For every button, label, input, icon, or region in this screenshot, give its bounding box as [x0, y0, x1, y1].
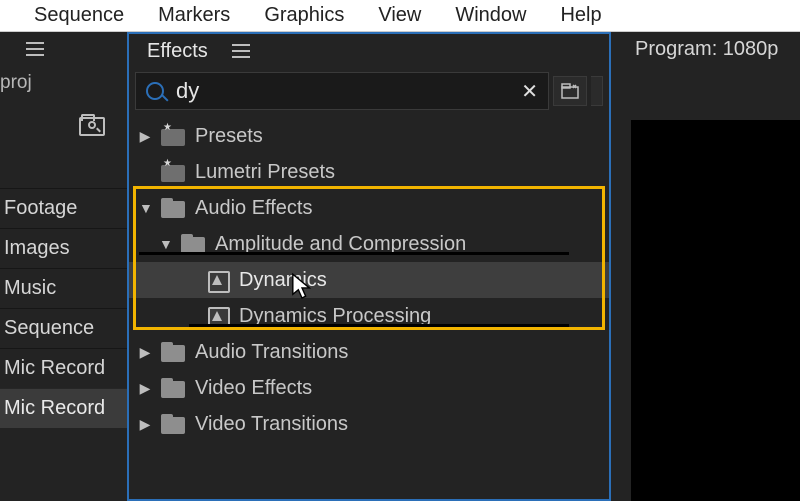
- tree-dynamics[interactable]: Dynamics: [129, 262, 609, 298]
- panel-menu-icon[interactable]: [26, 42, 44, 56]
- chevron-down-icon[interactable]: [139, 200, 151, 216]
- tree-label: Video Effects: [195, 377, 312, 400]
- annotation-underline: [139, 252, 569, 255]
- chevron-right-icon[interactable]: [139, 128, 151, 145]
- tree-label: Dynamics: [239, 269, 327, 292]
- folder-icon: [161, 342, 185, 362]
- folder-icon: [161, 414, 185, 434]
- program-panel: Program: 1080p: [611, 32, 800, 501]
- menu-sequence[interactable]: Sequence: [34, 4, 124, 27]
- tree-audio-transitions[interactable]: Audio Transitions: [129, 334, 609, 370]
- effect-icon: [205, 306, 229, 326]
- bin-item-music[interactable]: Music: [0, 268, 127, 308]
- bin-item-sequence[interactable]: Sequence: [0, 308, 127, 348]
- menu-help[interactable]: Help: [560, 4, 601, 27]
- effects-panel-menu-icon[interactable]: [232, 44, 250, 58]
- menu-view[interactable]: View: [378, 4, 421, 27]
- effects-panel: Effects dy ✕ Presets Lumetri P: [127, 32, 611, 501]
- clear-search-icon[interactable]: ✕: [521, 79, 538, 104]
- bin-item-images[interactable]: Images: [0, 228, 127, 268]
- tree-label: Video Transitions: [195, 413, 348, 436]
- program-monitor[interactable]: [631, 120, 800, 501]
- tree-label: Audio Effects: [195, 197, 312, 220]
- panel-title: Effects: [147, 40, 208, 63]
- app-menubar: Sequence Markers Graphics View Window He…: [0, 0, 800, 32]
- folder-icon: [181, 234, 205, 254]
- search-icon: [146, 82, 164, 100]
- tree-label: Presets: [195, 125, 263, 148]
- new-bin-icon[interactable]: [553, 76, 587, 106]
- tree-video-effects[interactable]: Video Effects: [129, 370, 609, 406]
- project-panel: proj Footage Images Music Sequence Mic R…: [0, 32, 127, 501]
- tree-video-transitions[interactable]: Video Transitions: [129, 406, 609, 442]
- folder-icon: [161, 198, 185, 218]
- effects-tree: Presets Lumetri Presets Audio Effects Am…: [129, 114, 609, 499]
- tree-amp-compression[interactable]: Amplitude and Compression: [129, 226, 609, 262]
- chevron-right-icon[interactable]: [139, 344, 151, 361]
- folder-icon: [161, 378, 185, 398]
- menu-markers[interactable]: Markers: [158, 4, 230, 27]
- chevron-down-icon[interactable]: [159, 236, 171, 252]
- effect-icon: [205, 270, 229, 290]
- bin-item-mic-2[interactable]: Mic Record: [0, 388, 127, 428]
- find-folder-icon[interactable]: [79, 114, 101, 132]
- preset-folder-icon: [161, 126, 185, 146]
- menu-window[interactable]: Window: [455, 4, 526, 27]
- tree-presets[interactable]: Presets: [129, 118, 609, 154]
- bin-item-footage[interactable]: Footage: [0, 188, 127, 228]
- tree-lumetri[interactable]: Lumetri Presets: [129, 154, 609, 190]
- tree-label: Lumetri Presets: [195, 161, 335, 184]
- menu-graphics[interactable]: Graphics: [264, 4, 344, 27]
- tree-audio-effects[interactable]: Audio Effects: [129, 190, 609, 226]
- program-title: Program: 1080p: [635, 38, 778, 61]
- tree-label: Audio Transitions: [195, 341, 348, 364]
- tree-dynamics-processing[interactable]: Dynamics Processing: [129, 298, 609, 334]
- chevron-right-icon[interactable]: [139, 380, 151, 397]
- annotation-underline: [189, 324, 569, 327]
- project-name-label: proj: [0, 66, 127, 98]
- effects-search-value: dy: [176, 78, 199, 104]
- filter-icon[interactable]: [591, 76, 603, 106]
- chevron-right-icon[interactable]: [139, 416, 151, 433]
- preset-folder-icon: [161, 162, 185, 182]
- bin-item-mic-1[interactable]: Mic Record: [0, 348, 127, 388]
- effects-search-box[interactable]: dy ✕: [135, 72, 549, 110]
